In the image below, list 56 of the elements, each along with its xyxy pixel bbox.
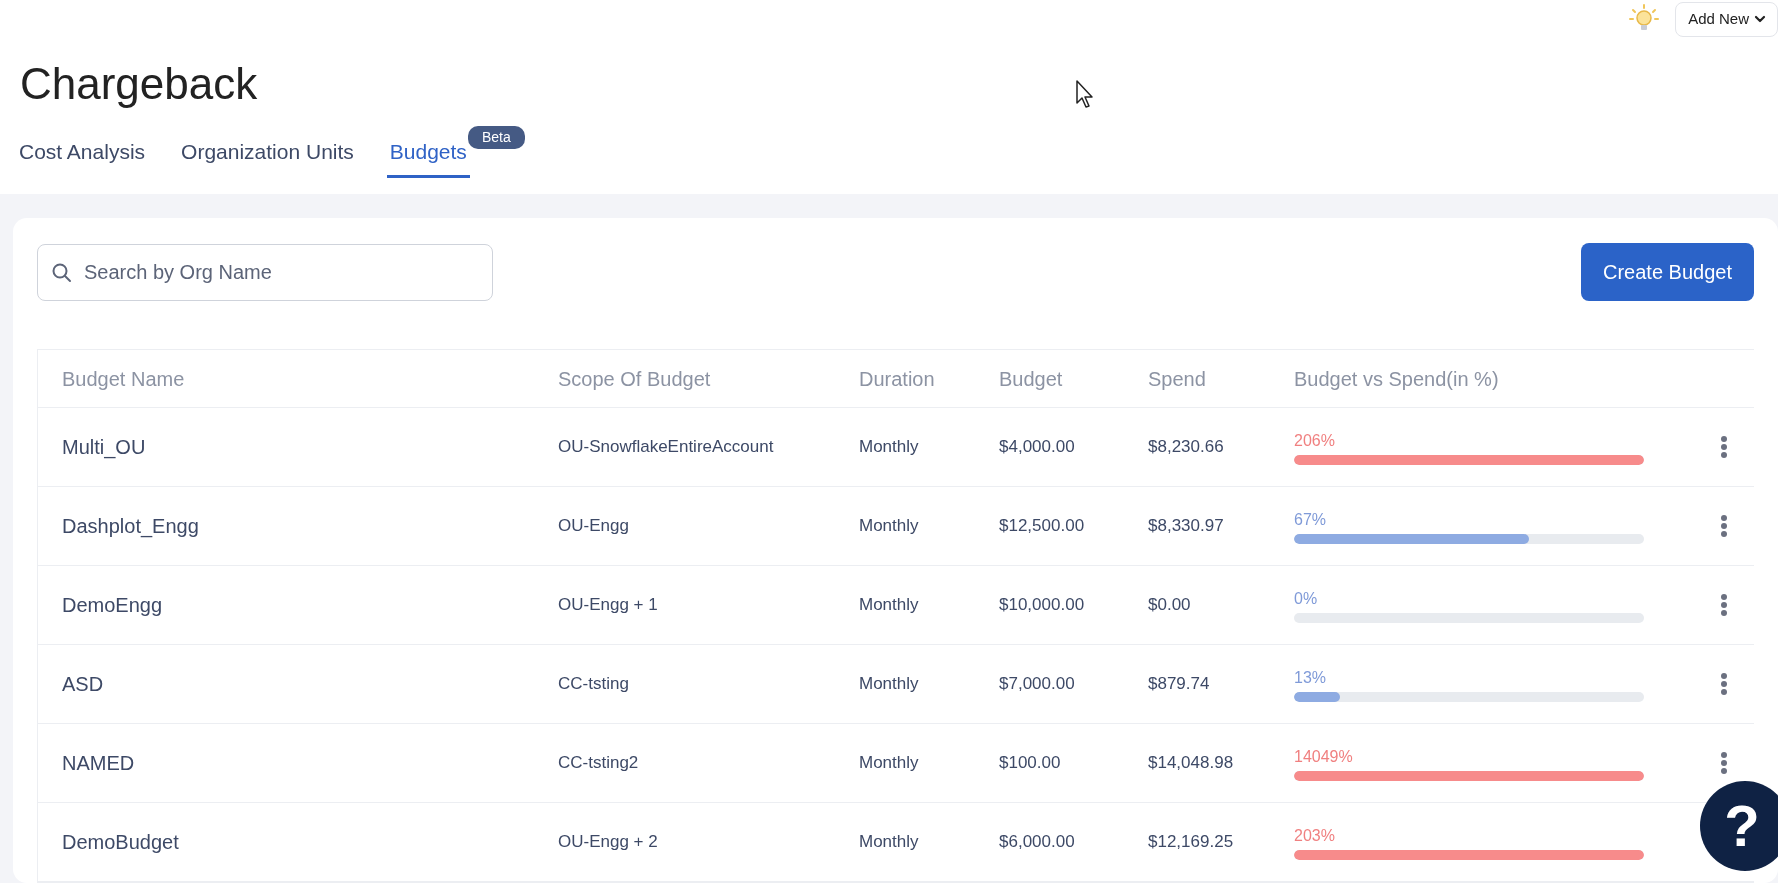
table-cell: $0.00 [1148,595,1191,615]
kebab-menu-icon [1720,751,1728,776]
mouse-pointer-icon [1075,79,1095,109]
table-cell: NAMED [62,752,135,774]
percent-label: 203% [1294,826,1336,846]
kebab-menu-icon [1720,435,1728,460]
beta-badge: Beta [467,125,525,149]
column-header: Budget vs Spend(in %) [1294,367,1499,390]
table-cell: $8,330.97 [1148,516,1224,536]
table-cell: OU-Engg + 1 [558,595,658,615]
column-header: Budget Name [62,367,185,390]
table-cell: DemoBudget [62,831,179,853]
percent-label: 206% [1294,431,1336,451]
table-cell: Monthly [859,674,919,694]
table-cell: Monthly [859,753,919,773]
page-title: Chargeback [20,61,258,106]
percent-label: 67% [1294,510,1328,530]
table-cell: OU-Engg [558,516,629,536]
search-icon [51,261,73,284]
tab[interactable]: Cost Analysis [16,135,149,178]
table-cell: Dashplot_Engg [62,515,199,537]
column-header: Spend [1148,367,1206,390]
table-cell: $6,000.00 [999,832,1075,852]
table-cell: $100.00 [999,753,1061,773]
table-cell: $8,230.66 [1148,437,1224,457]
column-header: Budget [999,367,1063,390]
kebab-menu-icon [1720,593,1728,618]
table-cell: ASD [62,673,104,695]
table-cell: Monthly [859,595,919,615]
table-cell: Multi_OU [62,436,146,458]
table-cell: Monthly [859,832,919,852]
table-cell: $12,500.00 [999,516,1085,536]
percent-label: 0% [1294,589,1319,609]
percent-label: 14049% [1294,747,1354,767]
table-cell: $10,000.00 [999,595,1085,615]
table-cell: DemoEngg [62,594,163,616]
table-cell: OU-SnowflakeEntireAccount [558,437,774,457]
column-header: Scope Of Budget [558,367,711,390]
table-cell: $7,000.00 [999,674,1075,694]
table-cell: $4,000.00 [999,437,1075,457]
kebab-menu-icon [1720,514,1728,539]
table-cell: Monthly [859,437,919,457]
table-cell: CC-tsting2 [558,753,639,773]
create-budget-button[interactable]: Create Budget [1581,243,1754,301]
percent-label: 13% [1294,668,1328,688]
kebab-menu-icon [1720,672,1728,697]
table-cell: $14,048.98 [1148,753,1234,773]
table-cell: Monthly [859,516,919,536]
tab[interactable]: Organization Units [178,135,357,178]
table-cell: $879.74 [1148,674,1210,694]
column-header: Duration [859,367,935,390]
table-cell: $12,169.25 [1148,832,1234,852]
table-cell: OU-Engg + 2 [558,832,658,852]
table-cell: CC-tsting [558,674,629,694]
add-new-button[interactable]: Add New [1675,2,1778,37]
search-field[interactable]: Search by Org Name [37,243,493,301]
